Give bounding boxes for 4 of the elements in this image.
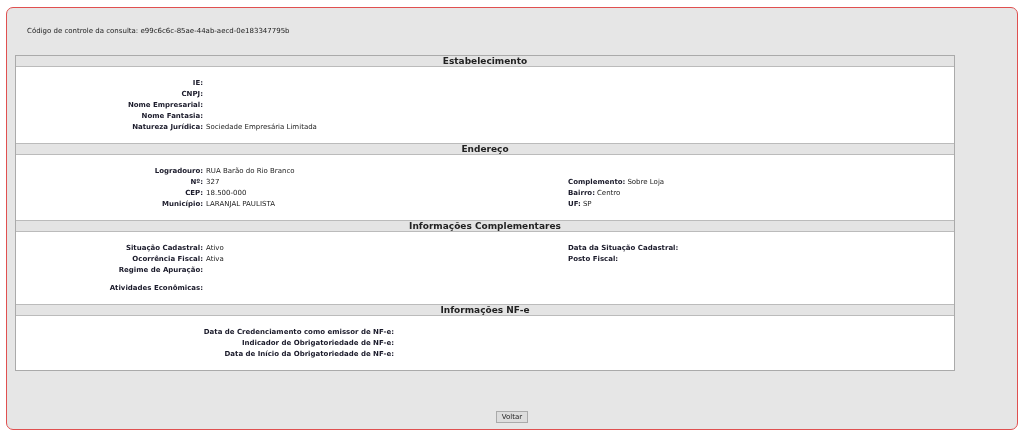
section-header: Estabelecimento xyxy=(16,56,954,67)
section-header: Informações NF-e xyxy=(16,304,954,316)
section-header: Informações Complementares xyxy=(16,220,954,232)
section-header: Endereço xyxy=(16,143,954,155)
